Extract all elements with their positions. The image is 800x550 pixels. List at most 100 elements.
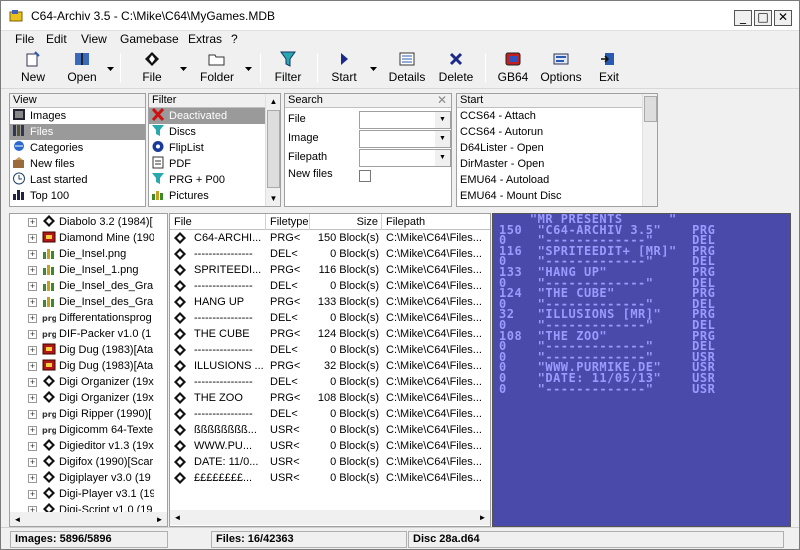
- view-item-categories[interactable]: Categories: [10, 140, 145, 156]
- view-item-images[interactable]: Images: [10, 108, 145, 124]
- table-row[interactable]: ---------------- DEL< 0 Block(s) C:\Mike\C6…: [170, 342, 490, 358]
- scroll-right-icon[interactable]: ►: [475, 510, 490, 525]
- tree-item[interactable]: + prg DIF-Packer v1.0 (1: [10, 326, 154, 342]
- options-button[interactable]: Options: [538, 51, 584, 87]
- menu-file[interactable]: File: [15, 32, 34, 46]
- start-item[interactable]: D64Lister - Open: [457, 140, 642, 156]
- exit-button[interactable]: Exit: [595, 51, 623, 87]
- table-row[interactable]: DATE: 11/0... USR< 0 Block(s) C:\Mike\C64\F…: [170, 454, 490, 470]
- expand-plus-icon[interactable]: +: [28, 426, 37, 435]
- file-dropdown-icon[interactable]: [180, 67, 187, 71]
- filter-item-pictures[interactable]: Pictures: [149, 188, 265, 204]
- expand-plus-icon[interactable]: +: [28, 362, 37, 371]
- menu-gamebase[interactable]: Gamebase: [120, 32, 179, 46]
- expand-plus-icon[interactable]: +: [28, 378, 37, 387]
- table-row[interactable]: ---------------- DEL< 0 Block(s) C:\Mike\C6…: [170, 310, 490, 326]
- tree-item[interactable]: + Digieditor v1.3 (19x: [10, 438, 154, 454]
- filter-item-pdf[interactable]: PDF: [149, 156, 265, 172]
- new-button[interactable]: New: [14, 51, 52, 87]
- col-size-header[interactable]: Size: [310, 214, 382, 230]
- open-dropdown-icon[interactable]: [107, 67, 114, 71]
- clear-search-icon[interactable]: ✕: [437, 94, 447, 107]
- scroll-left-icon[interactable]: ◄: [10, 512, 25, 526]
- chevron-down-icon[interactable]: ▼: [435, 150, 450, 166]
- expand-plus-icon[interactable]: +: [28, 442, 37, 451]
- expand-plus-icon[interactable]: +: [28, 394, 37, 403]
- col-filepath-header[interactable]: Filepath: [382, 214, 490, 230]
- view-item-last-started[interactable]: Last started: [10, 172, 145, 188]
- minimize-button[interactable]: _: [734, 10, 752, 26]
- scroll-right-icon[interactable]: ►: [152, 512, 167, 526]
- tree-item[interactable]: + prg Digi Ripper (1990)[: [10, 406, 154, 422]
- tree-item[interactable]: + Digi-Player v3.1 (19: [10, 486, 154, 502]
- close-button[interactable]: ✕: [774, 10, 792, 26]
- menu-extras[interactable]: Extras: [188, 32, 222, 46]
- folder-dropdown-icon[interactable]: [245, 67, 252, 71]
- tree-item[interactable]: + Digi Organizer (19x: [10, 390, 154, 406]
- table-row[interactable]: ßßßßßßßß... USR< 0 Block(s) C:\Mike\C64\Fil…: [170, 422, 490, 438]
- file-button[interactable]: File: [135, 51, 169, 87]
- table-row[interactable]: ---------------- DEL< 0 Block(s) C:\Mike\C6…: [170, 406, 490, 422]
- expand-plus-icon[interactable]: +: [28, 314, 37, 323]
- filter-item-fliplist[interactable]: FlipList: [149, 140, 265, 156]
- table-row[interactable]: ---------------- DEL< 0 Block(s) C:\Mike\C6…: [170, 278, 490, 294]
- table-row[interactable]: ---------------- DEL< 0 Block(s) C:\Mike\C6…: [170, 374, 490, 390]
- expand-plus-icon[interactable]: +: [28, 458, 37, 467]
- table-row[interactable]: ---------------- DEL< 0 Block(s) C:\Mike\C6…: [170, 246, 490, 262]
- menu-help[interactable]: ?: [231, 32, 238, 46]
- view-item-new-files[interactable]: New files: [10, 156, 145, 172]
- gb64-button[interactable]: GB64: [495, 51, 531, 87]
- menu-view[interactable]: View: [81, 32, 107, 46]
- start-button[interactable]: Start: [328, 51, 360, 87]
- expand-plus-icon[interactable]: +: [28, 490, 37, 499]
- tree-item[interactable]: + Die_Insel_1.png: [10, 262, 154, 278]
- expand-plus-icon[interactable]: +: [28, 330, 37, 339]
- tree-item[interactable]: + Diabolo 3.2 (1984)[: [10, 214, 154, 230]
- start-item[interactable]: EMU64 - Autoload: [457, 172, 642, 188]
- table-row[interactable]: C64-ARCHI... PRG< 150 Block(s) C:\Mike\C64\…: [170, 230, 490, 246]
- expand-plus-icon[interactable]: +: [28, 346, 37, 355]
- tree-item[interactable]: + Digi-Script v1.0 (19: [10, 502, 154, 512]
- scroll-left-icon[interactable]: ◄: [170, 510, 185, 525]
- menu-edit[interactable]: Edit: [46, 32, 67, 46]
- start-item[interactable]: DirMaster - Open: [457, 156, 642, 172]
- details-button[interactable]: Details: [387, 51, 427, 87]
- scroll-down-icon[interactable]: ▼: [266, 191, 280, 206]
- view-item-top-100[interactable]: Top 100: [10, 188, 145, 204]
- chevron-down-icon[interactable]: ▼: [435, 131, 450, 147]
- start-dropdown-icon[interactable]: [370, 67, 377, 71]
- expand-plus-icon[interactable]: +: [28, 474, 37, 483]
- start-item[interactable]: CCS64 - Autorun: [457, 124, 642, 140]
- tree-item[interactable]: + Digiplayer v3.0 (19: [10, 470, 154, 486]
- expand-plus-icon[interactable]: +: [28, 218, 37, 227]
- tree-hscrollbar[interactable]: ◄ ►: [10, 512, 167, 526]
- tree-item[interactable]: + Dig Dug (1983)[Ata: [10, 342, 154, 358]
- table-row[interactable]: WWW.PU... USR< 0 Block(s) C:\Mike\C64\Files…: [170, 438, 490, 454]
- tree-item[interactable]: + Die_Insel_des_Gra: [10, 278, 154, 294]
- expand-plus-icon[interactable]: +: [28, 282, 37, 291]
- filter-button[interactable]: Filter: [271, 51, 305, 87]
- expand-plus-icon[interactable]: +: [28, 250, 37, 259]
- filelist-hscrollbar[interactable]: ◄ ►: [170, 510, 490, 525]
- tree-item[interactable]: + Die_Insel.png: [10, 246, 154, 262]
- table-row[interactable]: THE ZOO PRG< 108 Block(s) C:\Mike\C64\Files…: [170, 390, 490, 406]
- scroll-thumb[interactable]: [644, 96, 657, 122]
- search-file-combo[interactable]: ▼: [359, 111, 451, 129]
- start-item[interactable]: EMU64 - Mount Disc: [457, 188, 642, 204]
- scroll-thumb[interactable]: [267, 110, 280, 188]
- chevron-down-icon[interactable]: ▼: [435, 112, 450, 128]
- tree-item[interactable]: + Die_Insel_des_Gra: [10, 294, 154, 310]
- tree-item[interactable]: + Digi Organizer (19x: [10, 374, 154, 390]
- tree-item[interactable]: + Diamond Mine (190: [10, 230, 154, 246]
- search-filepath-combo[interactable]: ▼: [359, 149, 451, 167]
- table-row[interactable]: SPRITEEDI... PRG< 116 Block(s) C:\Mike\C64\…: [170, 262, 490, 278]
- table-row[interactable]: ILLUSIONS ... PRG< 32 Block(s) C:\Mike\C64\…: [170, 358, 490, 374]
- tree-item[interactable]: + Dig Dug (1983)[Ata: [10, 358, 154, 374]
- col-filetype-header[interactable]: Filetype: [266, 214, 310, 230]
- filter-item-discs[interactable]: Discs: [149, 124, 265, 140]
- new-files-checkbox[interactable]: [359, 170, 371, 182]
- filter-scrollbar[interactable]: ▲ ▼: [265, 94, 280, 206]
- expand-plus-icon[interactable]: +: [28, 298, 37, 307]
- filter-item-deactivated[interactable]: Deactivated: [149, 108, 265, 124]
- open-button[interactable]: Open: [63, 51, 101, 87]
